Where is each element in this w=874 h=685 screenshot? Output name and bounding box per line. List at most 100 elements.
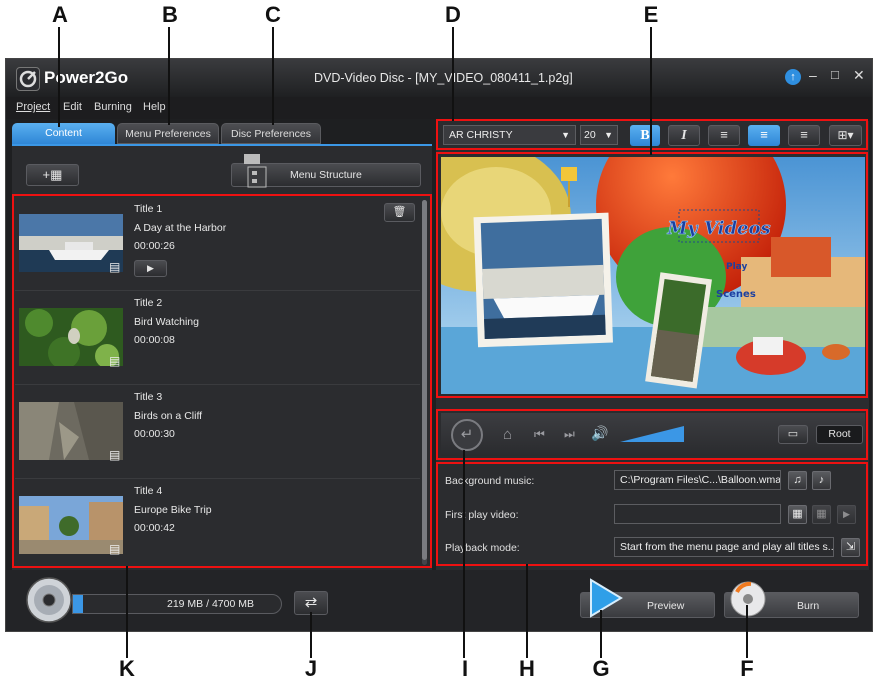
minimize-icon[interactable]: – bbox=[809, 67, 817, 83]
add-first-play-button[interactable]: ▦ bbox=[788, 505, 807, 524]
title-duration: 00:00:26 bbox=[134, 240, 175, 252]
list-item[interactable]: ▤ Title 2 Bird Watching 00:00:08 bbox=[15, 291, 420, 385]
preview-scenes[interactable]: Scenes bbox=[716, 289, 756, 300]
callout-g: G bbox=[592, 656, 610, 681]
play-first-play-button[interactable]: ▶ bbox=[837, 505, 856, 524]
thumbnail-cliff bbox=[19, 402, 123, 460]
title-name: A Day at the Harbor bbox=[134, 222, 227, 234]
title-number: Title 3 bbox=[134, 391, 163, 403]
font-size-select[interactable]: 20 ▼ bbox=[580, 125, 618, 145]
window-title: DVD-Video Disc - [MY_VIDEO_080411_1.p2g] bbox=[314, 71, 573, 85]
background-music-label: Background music: bbox=[445, 475, 535, 487]
preview-play[interactable]: Play bbox=[726, 262, 747, 272]
callout-line-c bbox=[272, 27, 274, 125]
add-video-button[interactable]: +▦ bbox=[26, 164, 79, 186]
callout-h: H bbox=[519, 656, 535, 681]
title-list: ▤ Title 1 A Day at the Harbor 00:00:26 ▶… bbox=[15, 197, 420, 569]
callout-e: E bbox=[643, 2, 659, 27]
callout-i: I bbox=[461, 656, 469, 681]
add-music-button[interactable]: ♫ bbox=[788, 471, 807, 490]
maximize-icon[interactable]: □ bbox=[831, 67, 839, 82]
menu-structure-button[interactable]: Menu Structure bbox=[231, 154, 421, 188]
first-play-label: First play video: bbox=[445, 509, 519, 521]
list-item[interactable]: ▤ Title 4 Europe Bike Trip 00:00:42 bbox=[15, 479, 420, 569]
film-icon: ▤ bbox=[109, 260, 121, 274]
callout-d: D bbox=[445, 2, 461, 27]
film-icon: ▤ bbox=[109, 354, 121, 368]
menu-burning[interactable]: Burning bbox=[94, 101, 132, 113]
callout-j: J bbox=[304, 656, 318, 681]
menu-structure-icon bbox=[244, 154, 267, 188]
font-select[interactable]: AR CHRISTY ▼ bbox=[443, 125, 576, 145]
tab-disc-preferences[interactable]: Disc Preferences bbox=[221, 123, 321, 144]
align-center-icon: ≡ bbox=[760, 127, 768, 142]
menu-project[interactable]: Project bbox=[16, 101, 50, 113]
preview-label: Preview bbox=[647, 600, 685, 612]
title-name: Bird Watching bbox=[134, 316, 199, 328]
play-title-button[interactable]: ▶ bbox=[134, 260, 167, 277]
volume-slider[interactable] bbox=[620, 426, 684, 442]
callout-line-f bbox=[746, 605, 748, 658]
disc-usage-text: 219 MB / 4700 MB bbox=[167, 598, 254, 610]
list-scrollbar[interactable] bbox=[422, 200, 427, 565]
scrollbar-thumb[interactable] bbox=[422, 200, 427, 560]
title-number: Title 2 bbox=[134, 297, 163, 309]
delete-title-button[interactable]: 🗑 bbox=[384, 203, 415, 222]
home-icon[interactable]: ⌂ bbox=[503, 426, 512, 443]
list-item[interactable]: ▤ Title 3 Birds on a Cliff 00:00:30 bbox=[15, 385, 420, 479]
callout-b: B bbox=[162, 2, 178, 27]
preview-heading[interactable]: My Videos bbox=[666, 218, 771, 240]
next-icon[interactable]: ⏭ bbox=[564, 427, 575, 442]
callout-line-j bbox=[310, 612, 312, 658]
background-music-field[interactable]: C:\Program Files\C...\Balloon.wma bbox=[614, 470, 781, 490]
preview-play-icon bbox=[590, 578, 623, 618]
film-add-icon: ▦ bbox=[50, 167, 63, 182]
disc-usage-bar: 219 MB / 4700 MB bbox=[72, 594, 282, 614]
playback-mode-field[interactable]: Start from the menu page and play all ti… bbox=[614, 537, 834, 557]
list-item[interactable]: ▤ Title 1 A Day at the Harbor 00:00:26 ▶… bbox=[15, 197, 420, 291]
first-play-field[interactable] bbox=[614, 504, 781, 524]
remove-music-button[interactable]: ♪ bbox=[812, 471, 831, 490]
layout-menu-button[interactable]: ⊞▾ bbox=[829, 125, 862, 146]
align-left-button[interactable]: ≡ bbox=[708, 125, 740, 146]
title-duration: 00:00:42 bbox=[134, 522, 175, 534]
callout-line-h bbox=[526, 564, 528, 658]
title-duration: 00:00:08 bbox=[134, 334, 175, 346]
title-duration: 00:00:30 bbox=[134, 428, 175, 440]
align-right-button[interactable]: ≡ bbox=[788, 125, 820, 146]
chevron-down-icon: ▼ bbox=[604, 130, 613, 140]
tab-menu-preferences[interactable]: Menu Preferences bbox=[117, 123, 219, 144]
title-name: Europe Bike Trip bbox=[134, 504, 212, 516]
root-button[interactable]: Root bbox=[816, 425, 863, 444]
remove-first-play-button[interactable]: ▦ bbox=[812, 505, 831, 524]
subtitle-button[interactable]: ▭ bbox=[778, 425, 808, 444]
trash-icon: 🗑 bbox=[392, 206, 407, 218]
callout-line-a bbox=[58, 27, 60, 127]
italic-button[interactable]: I bbox=[668, 125, 700, 146]
previous-icon[interactable]: ⏮ bbox=[534, 427, 545, 442]
callout-line-g bbox=[600, 610, 602, 658]
menu-help[interactable]: Help bbox=[143, 101, 166, 113]
playback-mode-button[interactable]: ⇲ bbox=[841, 538, 860, 557]
callout-line-d bbox=[452, 27, 454, 121]
enter-button[interactable]: ↵ bbox=[451, 419, 483, 451]
callout-line-k bbox=[126, 566, 128, 658]
close-icon[interactable]: ✕ bbox=[853, 67, 865, 84]
burn-label: Burn bbox=[797, 600, 820, 612]
callout-line-e bbox=[650, 27, 652, 155]
callout-f: F bbox=[740, 656, 754, 681]
menu-edit[interactable]: Edit bbox=[63, 101, 82, 113]
title-name: Birds on a Cliff bbox=[134, 410, 203, 422]
title-bar: Power2Go DVD-Video Disc - [MY_VIDEO_0804… bbox=[6, 59, 872, 97]
callout-c: C bbox=[265, 2, 281, 27]
callout-line-b bbox=[168, 27, 170, 125]
update-icon[interactable]: ↑ bbox=[785, 69, 801, 85]
film-icon: ▤ bbox=[109, 448, 121, 462]
subtitle-icon: ▭ bbox=[787, 428, 799, 440]
bold-button[interactable]: B bbox=[630, 125, 660, 146]
align-center-button[interactable]: ≡ bbox=[748, 125, 780, 146]
volume-icon[interactable]: 🔊 bbox=[591, 425, 608, 442]
tab-content[interactable]: Content bbox=[12, 123, 115, 144]
enter-icon: ↵ bbox=[460, 426, 474, 443]
callout-a: A bbox=[52, 2, 68, 27]
